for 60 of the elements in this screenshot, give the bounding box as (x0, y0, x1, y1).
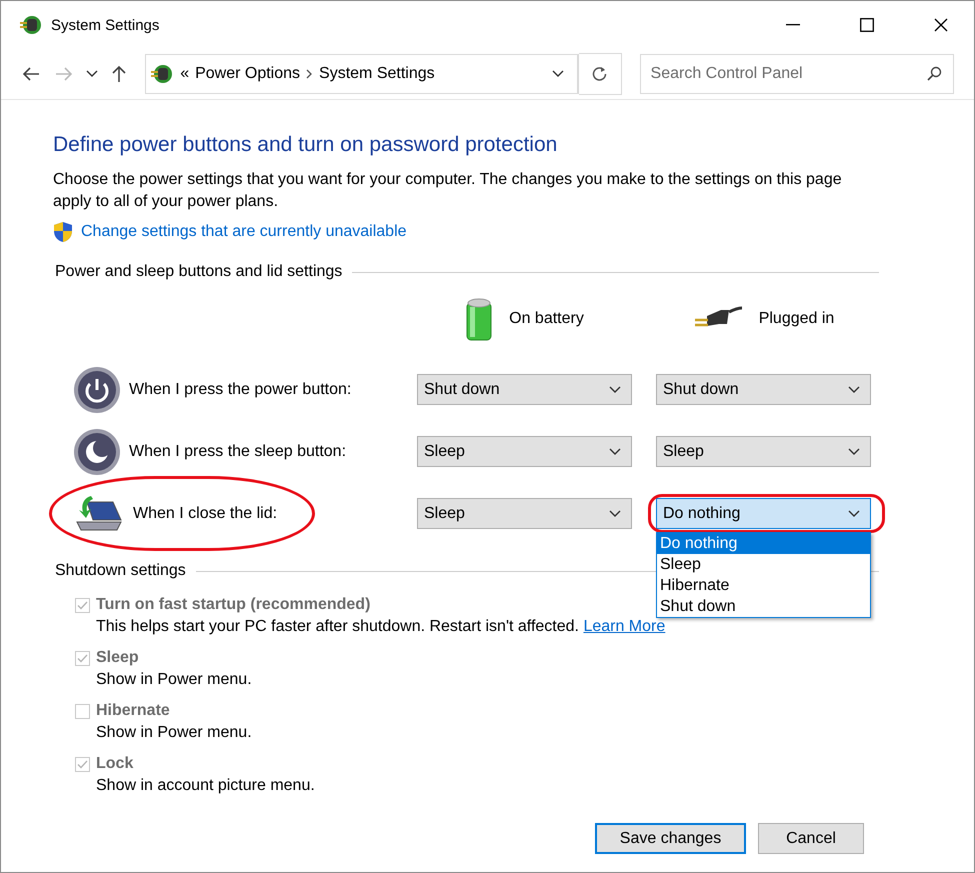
sleep-button-icon (73, 428, 121, 476)
admin-link[interactable]: Change settings that are currently unavailable (81, 223, 407, 241)
option-description: Show in account picture menu. (96, 777, 315, 794)
save-button[interactable]: Save changes (595, 823, 746, 854)
dropdown-option[interactable]: Sleep (657, 554, 870, 575)
refresh-button[interactable] (578, 53, 622, 95)
power-button-icon (73, 366, 121, 414)
column-header: On battery (509, 310, 584, 328)
page-description: Choose the power settings that you want for your computer. The changes you make to the settings on this page apply to all of your power plans. (53, 170, 843, 212)
chevron-down-icon (848, 386, 860, 394)
minimize-icon (786, 24, 800, 26)
power-plug-icon (150, 62, 174, 86)
breadcrumb[interactable]: System Settings (319, 65, 435, 83)
chevron-down-icon (609, 386, 621, 394)
dropdown-option[interactable]: Hibernate (657, 575, 870, 596)
chevron-down-icon (609, 510, 621, 518)
cancel-button[interactable]: Cancel (758, 823, 864, 854)
dropdown[interactable]: Shut down (656, 374, 871, 405)
dropdown[interactable]: Sleep (656, 436, 871, 467)
checkbox-label: Sleep (96, 649, 139, 667)
refresh-icon (592, 66, 608, 82)
dropdown[interactable]: Do nothing (656, 498, 871, 529)
breadcrumb[interactable]: Power Options (195, 65, 300, 83)
setting-label: When I close the lid: (133, 504, 278, 522)
search-icon (926, 66, 942, 82)
close-icon (934, 18, 948, 32)
page-heading: Define power buttons and turn on password protection (53, 133, 558, 157)
caret-icon (86, 70, 98, 78)
option-description: This helps start your PC faster after shutdown. Restart isn't affected. (96, 618, 579, 635)
chevron-down-icon (848, 448, 860, 456)
chevron-down-icon (848, 510, 860, 518)
option-description: Show in Power menu. (96, 724, 252, 741)
dropdown[interactable]: Sleep (417, 498, 632, 529)
section-title: Shutdown settings (55, 562, 186, 580)
column-header: Plugged in (758, 310, 834, 328)
checkbox-label: Hibernate (96, 702, 170, 720)
chevron-down-icon (552, 70, 564, 78)
section-title: Power and sleep buttons and lid settings (55, 263, 342, 281)
dropdown-option[interactable]: Shut down (657, 596, 870, 617)
setting-label: When I press the power button: (129, 380, 352, 398)
shield-icon (53, 221, 73, 243)
overflow-chevron[interactable]: « (180, 65, 190, 83)
maximize-icon (860, 18, 874, 32)
arrow-right-icon (55, 67, 74, 81)
power-plug-icon (19, 13, 43, 37)
dropdown[interactable]: Sleep (417, 436, 632, 467)
address-bar[interactable]: « Power Options System Settings (145, 54, 579, 94)
chevron-right-icon (306, 69, 314, 79)
battery-icon (465, 297, 494, 341)
setting-label: When I press the sleep button: (129, 442, 346, 460)
dropdown-option[interactable]: Do nothing (657, 533, 870, 554)
option-description: Show in Power menu. (96, 671, 252, 688)
dropdown[interactable]: Shut down (417, 374, 632, 405)
arrow-up-icon (112, 65, 126, 83)
search-field[interactable]: Search Control Panel (640, 54, 954, 94)
window-title: System Settings (51, 16, 160, 34)
checkbox-label: Lock (96, 755, 134, 773)
chevron-down-icon (609, 448, 621, 456)
checkbox-label: Turn on fast startup (recommended) (96, 596, 370, 614)
arrow-left-icon (22, 67, 40, 81)
